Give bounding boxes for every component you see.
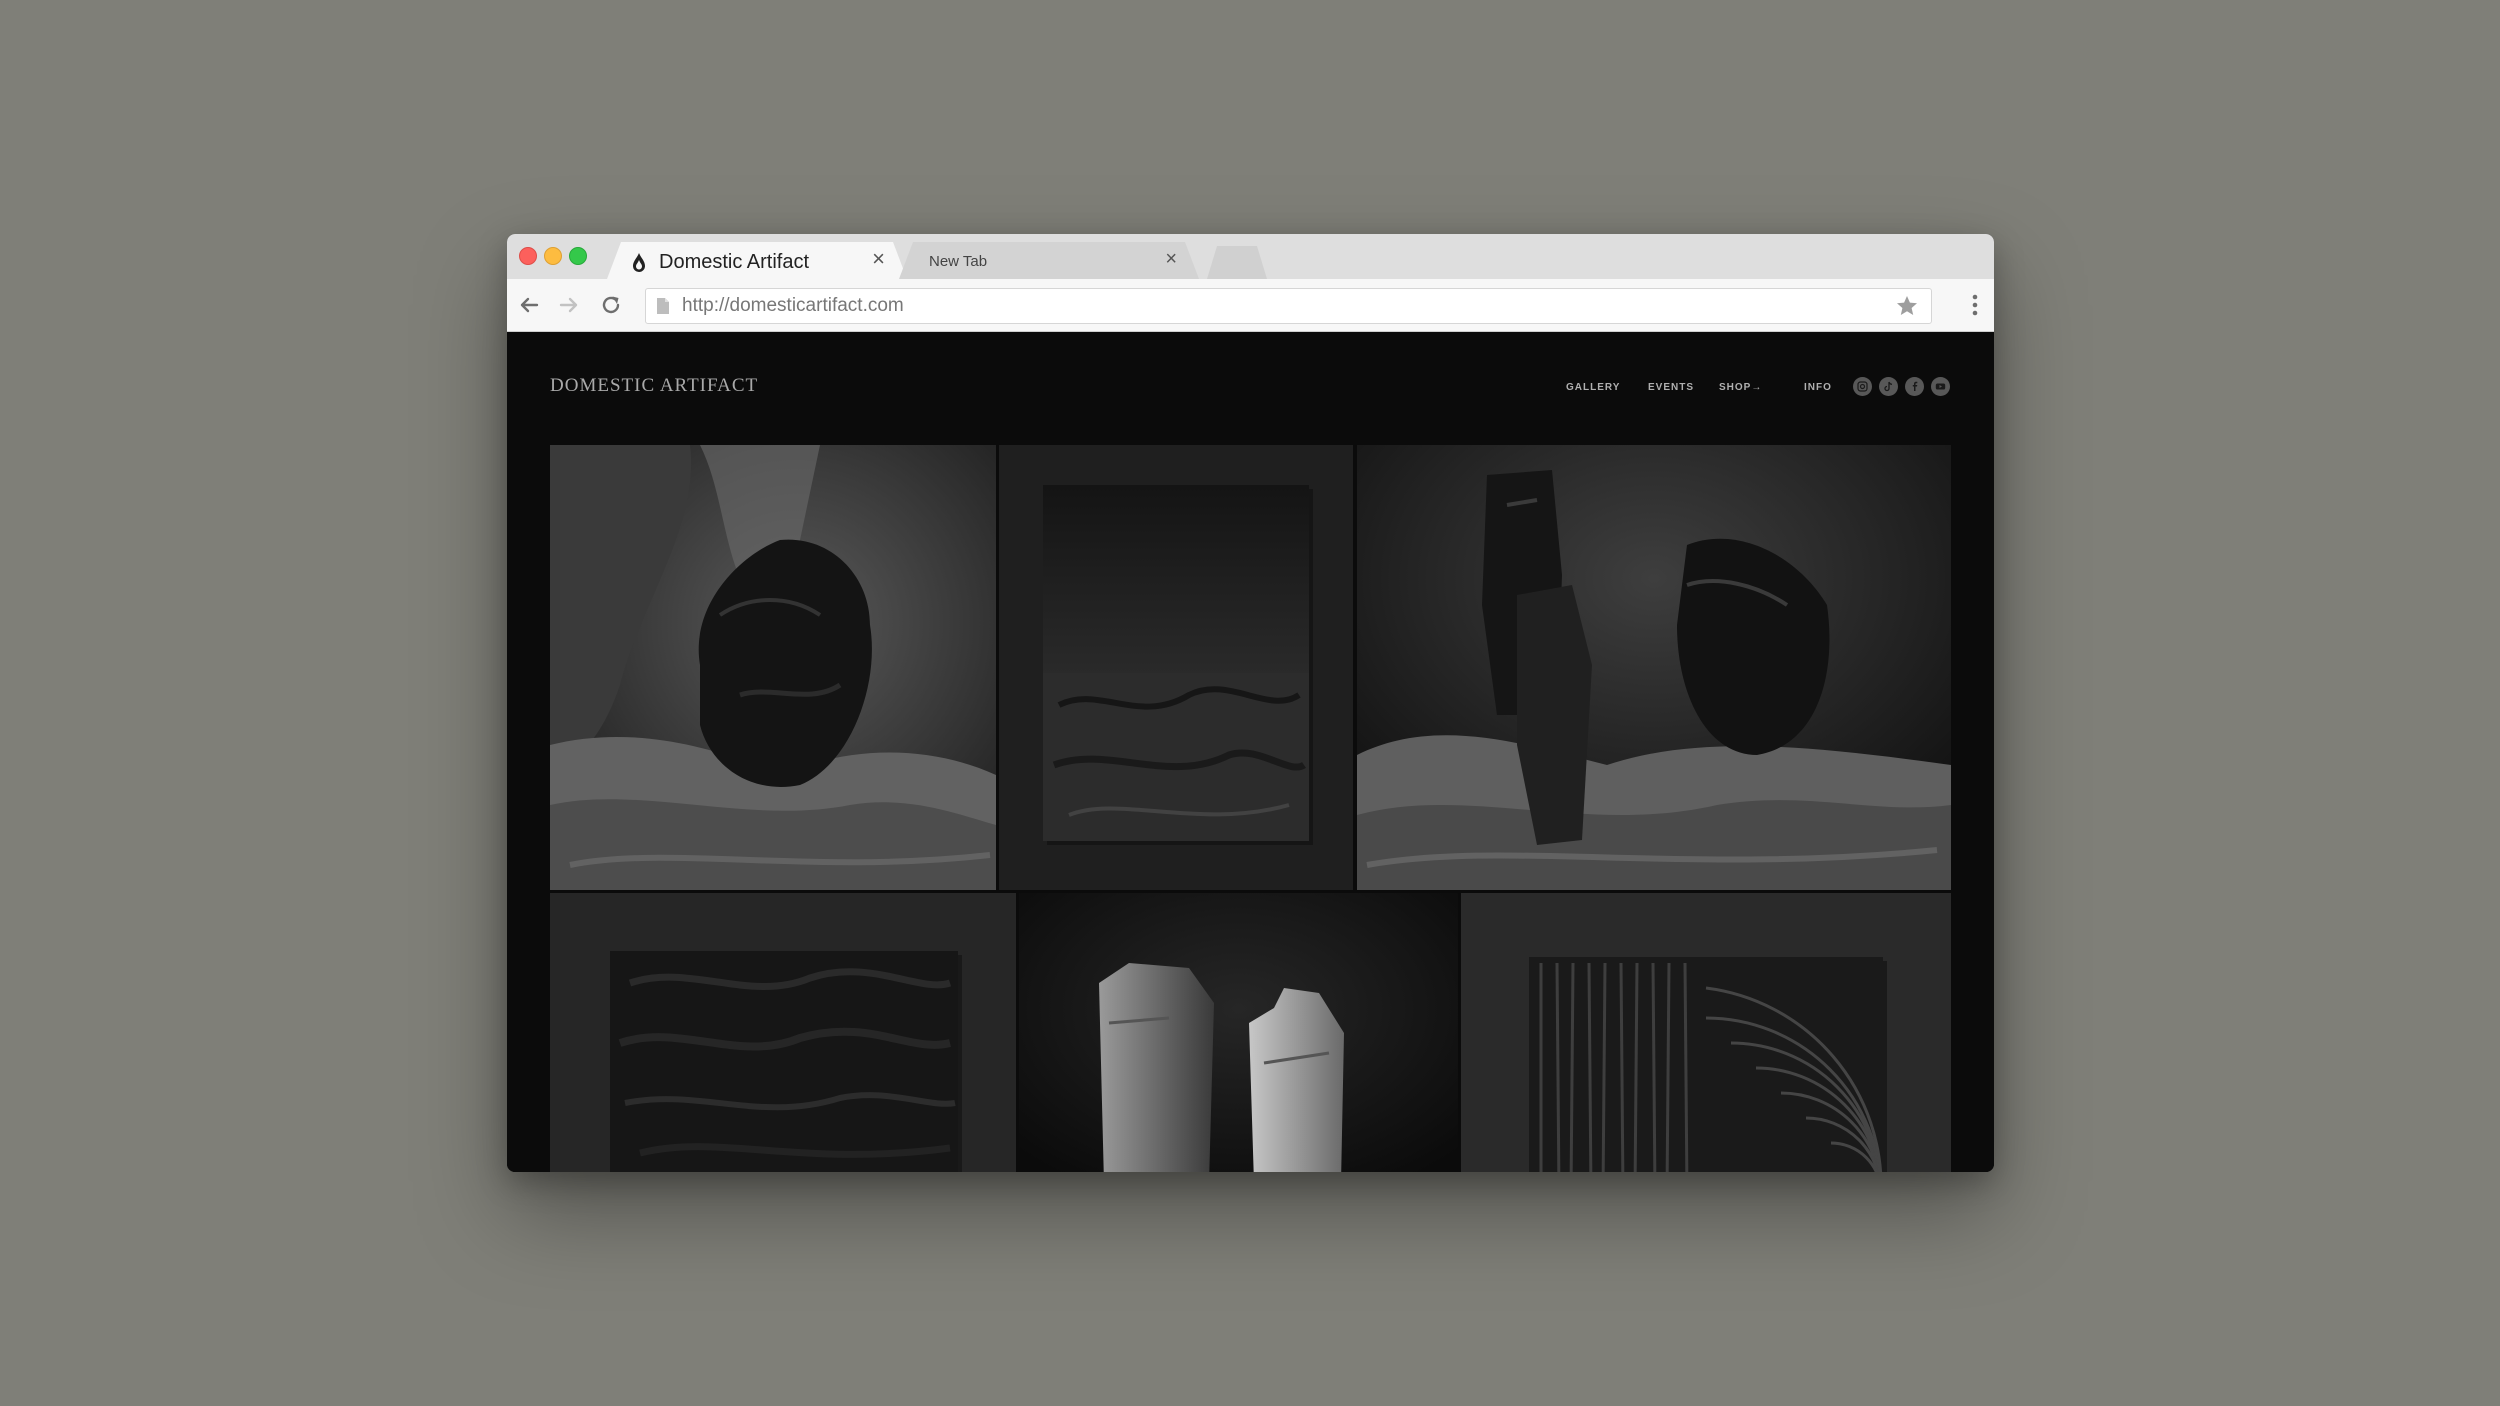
close-tab-icon[interactable]: × bbox=[1165, 249, 1177, 269]
back-icon[interactable] bbox=[515, 291, 543, 319]
minimize-window-button[interactable] bbox=[544, 247, 562, 265]
tab-bar: Domestic Artifact × New Tab × bbox=[507, 234, 1994, 279]
nav-events[interactable]: EVENTS bbox=[1648, 382, 1694, 393]
gallery-image-three-rocks[interactable] bbox=[1357, 445, 1951, 890]
close-window-button[interactable] bbox=[519, 247, 537, 265]
close-tab-icon[interactable]: × bbox=[872, 248, 885, 270]
tab-domestic-artifact[interactable]: Domestic Artifact × bbox=[607, 242, 907, 279]
facebook-icon[interactable] bbox=[1905, 377, 1924, 396]
browser-toolbar: http://domesticartifact.com bbox=[507, 279, 1994, 332]
gallery-image-grooved-panel[interactable] bbox=[1461, 893, 1951, 1172]
browser-window: Domestic Artifact × New Tab × http://dom… bbox=[507, 234, 1994, 1172]
gallery-image-textured-canvas[interactable] bbox=[550, 893, 1016, 1172]
tab-title: New Tab bbox=[929, 253, 988, 270]
nav-info[interactable]: INFO bbox=[1804, 382, 1832, 393]
nav-shop[interactable]: SHOP→ bbox=[1719, 382, 1762, 393]
tab-new-tab[interactable]: New Tab × bbox=[899, 242, 1199, 279]
menu-icon[interactable] bbox=[1972, 293, 1978, 322]
gallery-image-rock-on-fabric[interactable] bbox=[550, 445, 996, 890]
gallery-image-framed-panel[interactable] bbox=[999, 445, 1353, 890]
site-logo[interactable]: DOMESTIC ARTIFACT bbox=[550, 375, 758, 397]
star-icon[interactable] bbox=[1895, 294, 1919, 323]
zoom-window-button[interactable] bbox=[569, 247, 587, 265]
url-text: http://domesticartifact.com bbox=[682, 295, 904, 316]
page-icon bbox=[656, 297, 670, 320]
forward-icon[interactable] bbox=[555, 291, 583, 319]
tab-title: Domestic Artifact bbox=[659, 251, 810, 273]
website: DOMESTIC ARTIFACT GALLERY EVENTS SHOP→ I… bbox=[507, 332, 1994, 1172]
nav-gallery[interactable]: GALLERY bbox=[1566, 382, 1620, 393]
address-bar[interactable]: http://domesticartifact.com bbox=[645, 288, 1932, 324]
youtube-icon[interactable] bbox=[1931, 377, 1950, 396]
reload-icon[interactable] bbox=[597, 291, 625, 319]
new-tab-button[interactable] bbox=[1207, 246, 1267, 279]
tiktok-icon[interactable] bbox=[1879, 377, 1898, 396]
flame-favicon-icon bbox=[631, 252, 647, 276]
instagram-icon[interactable] bbox=[1853, 377, 1872, 396]
gallery-image-stone-pillars[interactable] bbox=[1019, 893, 1458, 1172]
